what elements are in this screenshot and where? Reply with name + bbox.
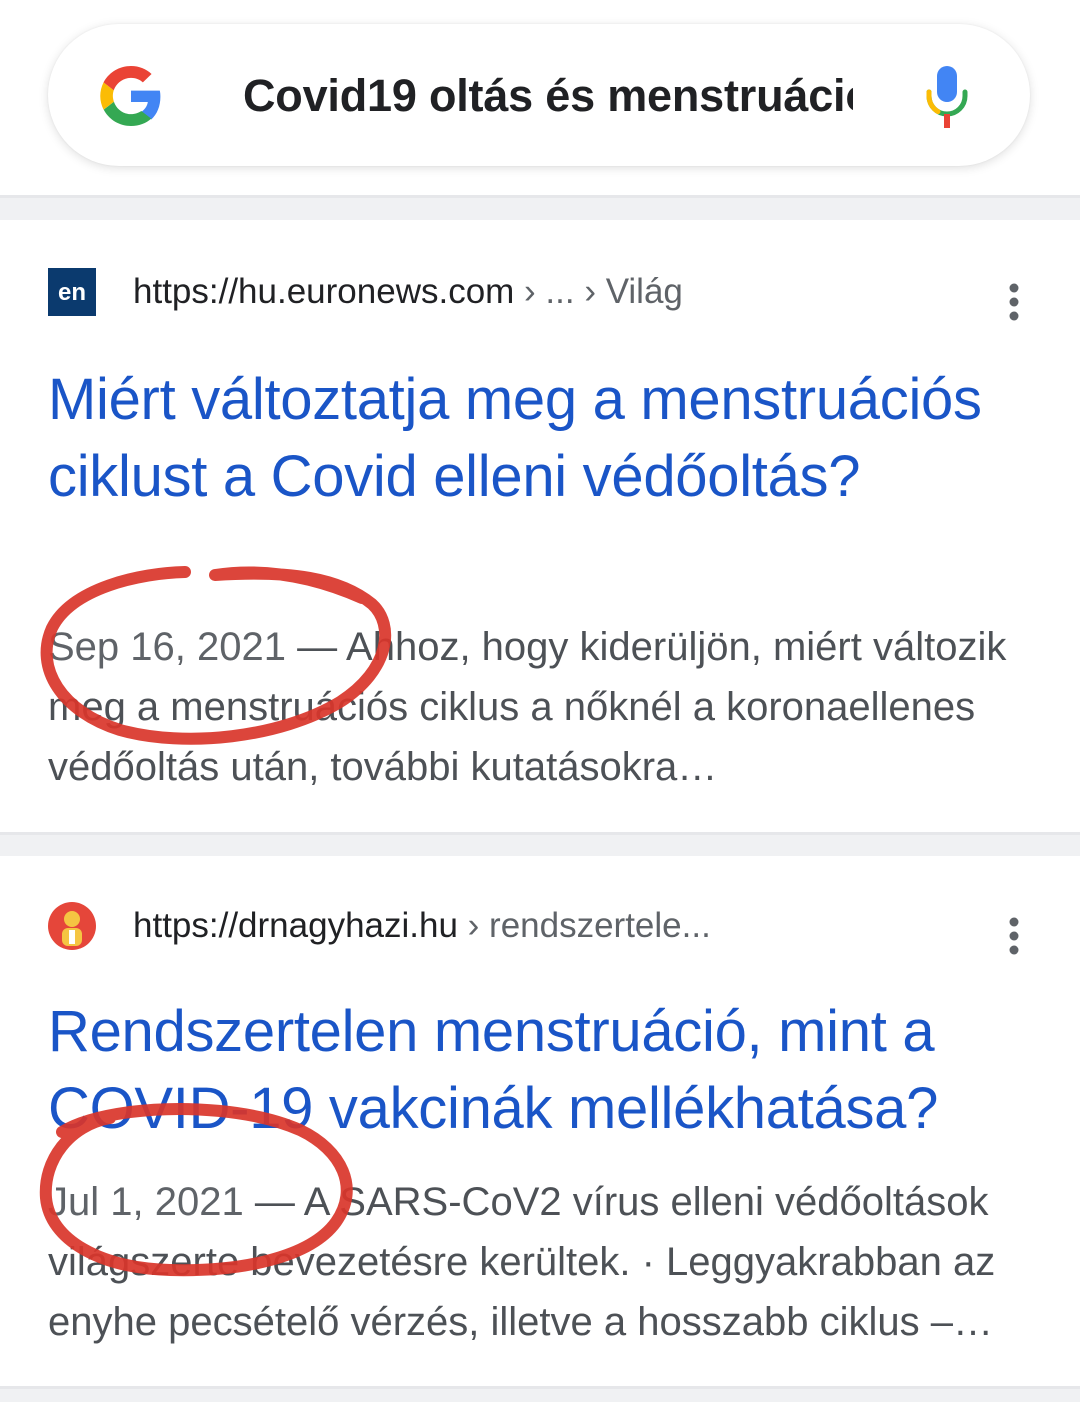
svg-text:en: en [58, 279, 86, 306]
result-separator [0, 832, 1080, 856]
google-g-icon[interactable] [95, 60, 167, 132]
result-date: Sep 16, 2021 [48, 625, 286, 669]
result-date: Jul 1, 2021 [48, 1180, 244, 1224]
search-header: Covid19 oltás és menstruáció [0, 0, 1080, 195]
result-site-url: https://hu.euronews.com [133, 272, 515, 311]
result-url[interactable]: https://drnagyhazi.hu › rendszertele... [133, 904, 711, 948]
search-query-text[interactable]: Covid19 oltás és menstruáció [243, 66, 853, 126]
search-result: en https://hu.euronews.com › ... › Világ… [0, 220, 1080, 832]
result-separator [0, 195, 1080, 220]
result-url[interactable]: https://hu.euronews.com › ... › Világ [133, 270, 683, 314]
result-breadcrumb: › rendszertele... [457, 906, 711, 945]
more-vert-icon[interactable] [1000, 914, 1028, 958]
result-snippet: Jul 1, 2021 — A SARS-CoV2 vírus elleni v… [48, 1172, 1038, 1352]
search-result: https://drnagyhazi.hu › rendszertele... … [0, 856, 1080, 1386]
microphone-icon[interactable] [922, 64, 972, 130]
result-separator [0, 1386, 1080, 1402]
result-title-link[interactable]: Miért változtatja meg a menstruációs cik… [48, 361, 1038, 515]
result-site-url: https://drnagyhazi.hu [133, 906, 458, 945]
result-title-link[interactable]: Rendszertelen menstruáció, mint a COVID-… [48, 993, 1038, 1147]
result-snippet: Sep 16, 2021 — Ahhoz, hogy kiderüljön, m… [48, 617, 1038, 797]
result-breadcrumb: › ... › Világ [514, 272, 683, 311]
drnagyhazi-avatar-icon [48, 902, 96, 950]
more-vert-icon[interactable] [1000, 280, 1028, 324]
euronews-en-icon: en [48, 268, 96, 316]
